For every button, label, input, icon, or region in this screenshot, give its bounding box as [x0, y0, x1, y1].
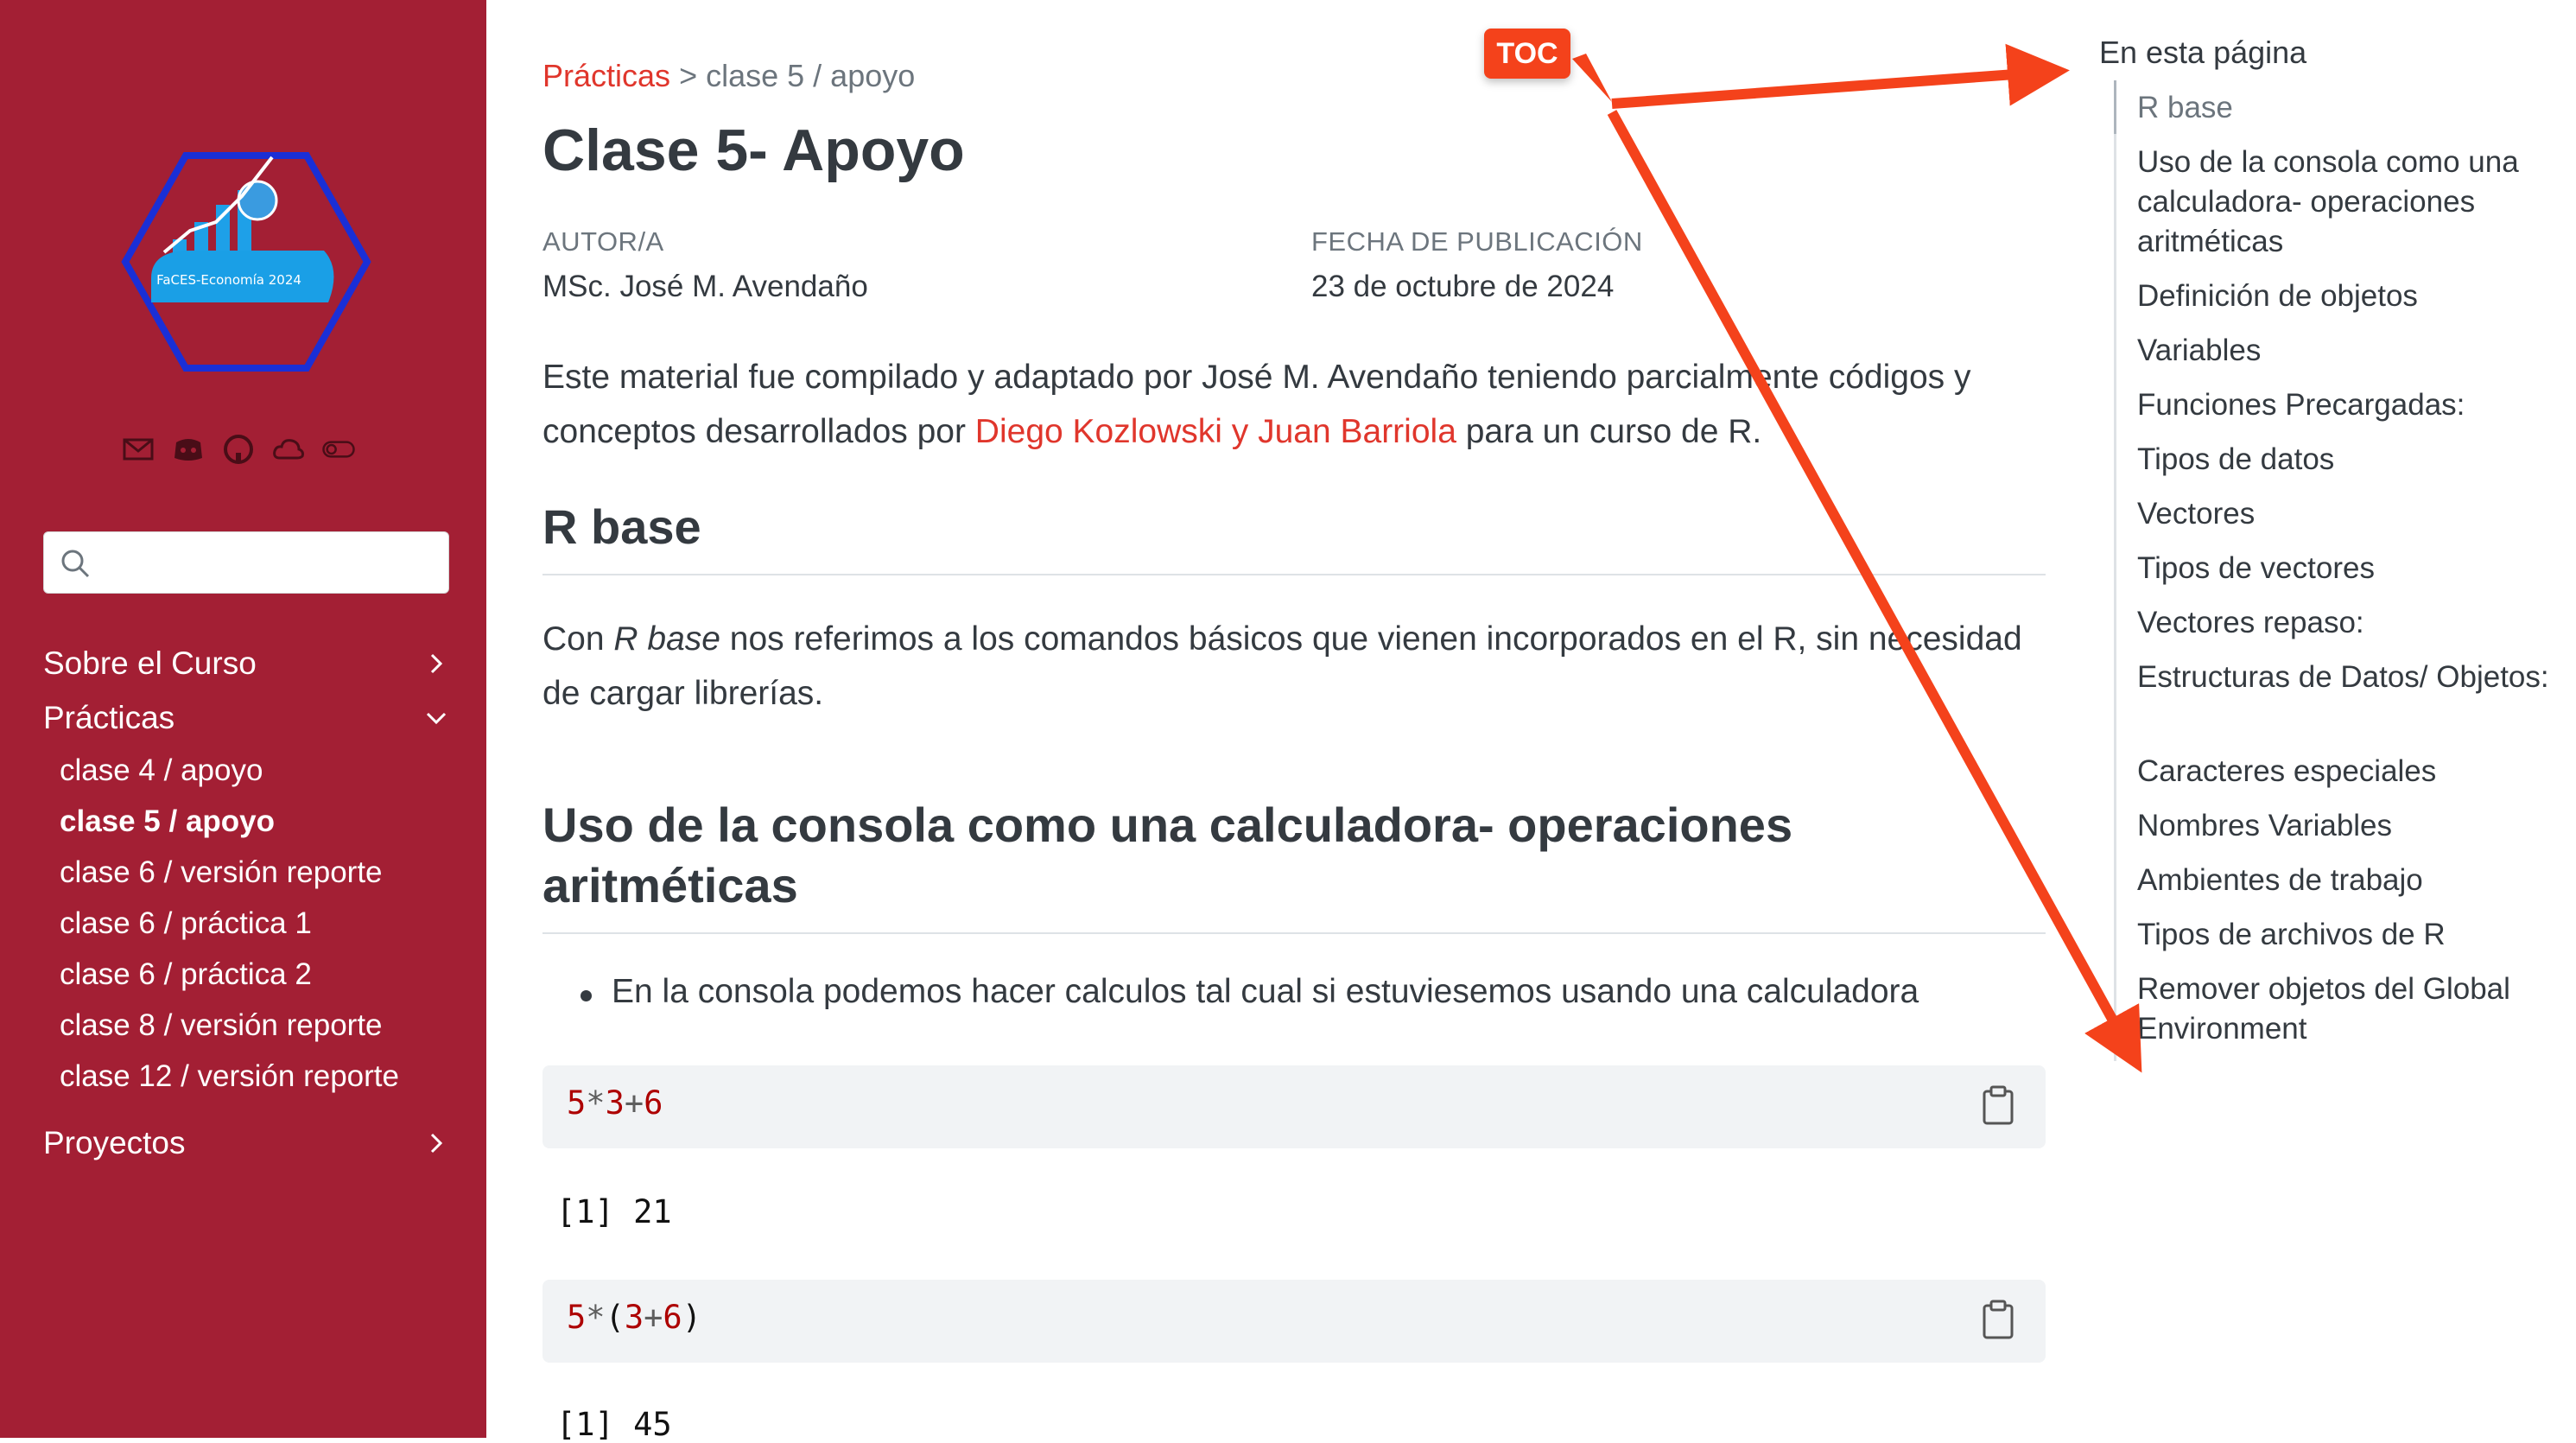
toc-rail: [2114, 80, 2116, 1061]
section-heading-consola: Uso de la consola como una calculadora- …: [542, 798, 1793, 912]
sidebar-item-clase-5[interactable]: clase 5 / apoyo: [60, 804, 275, 839]
page-title: Clase 5- Apoyo: [542, 118, 965, 183]
toc-item-funciones[interactable]: Funciones Precargadas:: [2137, 385, 2576, 425]
sidebar-item-clase-4[interactable]: clase 4 / apoyo: [60, 753, 263, 788]
toc-item-variables[interactable]: Variables: [2137, 331, 2576, 371]
toc-item-nombres-variables[interactable]: Nombres Variables: [2137, 806, 2576, 846]
section-heading-r-base: R base: [542, 499, 701, 554]
main-content: Prácticas > clase 5 / apoyo Clase 5- Apo…: [542, 0, 2046, 1443]
toggle-icon[interactable]: [321, 432, 356, 467]
toc-item-tipos-archivos[interactable]: Tipos de archivos de R: [2137, 915, 2576, 955]
sidebar-item-clase-6-practica-2[interactable]: clase 6 / práctica 2: [60, 957, 312, 992]
chevron-down-icon[interactable]: [423, 705, 449, 731]
discord-icon[interactable]: [171, 432, 206, 467]
breadcrumb-link-practicas[interactable]: Prácticas: [542, 58, 670, 93]
r-base-emphasis: R base: [613, 620, 720, 658]
toc-item-vectores-repaso[interactable]: Vectores repaso:: [2137, 603, 2576, 643]
authors-link[interactable]: Diego Kozlowski y Juan Barriola: [975, 413, 1456, 450]
code-text: 5*(3+6): [567, 1299, 701, 1336]
author-name: MSc. José M. Avendaño: [542, 270, 868, 303]
search-box[interactable]: [43, 531, 449, 594]
table-of-contents: En esta página R base Uso de la consola …: [2099, 0, 2576, 1438]
breadcrumb-separator: >: [679, 58, 698, 93]
hexagon-logo-icon: [121, 152, 371, 372]
clipboard-icon[interactable]: [1982, 1299, 2014, 1340]
clipboard-icon[interactable]: [1982, 1084, 2014, 1126]
section-divider: [542, 932, 2046, 934]
section-divider: [542, 574, 2046, 575]
bullet-item: En la consola podemos hacer calculos tal…: [612, 973, 1919, 1010]
toc-item-ambientes[interactable]: Ambientes de trabajo: [2137, 861, 2576, 900]
publication-date: 23 de octubre de 2024: [1311, 270, 1615, 303]
sidebar-item-clase-6-practica-1[interactable]: clase 6 / práctica 1: [60, 906, 312, 941]
date-label: FECHA DE PUBLICACIÓN: [1311, 226, 1643, 257]
github-icon[interactable]: [221, 432, 256, 467]
sidebar-item-clase-12-reporte[interactable]: clase 12 / versión reporte: [60, 1059, 399, 1094]
site-logo[interactable]: FaCES-Economía 2024: [121, 149, 371, 375]
toc-item-consola[interactable]: Uso de la consola como una calculadora- …: [2137, 143, 2576, 262]
sidebar: FaCES-Economía 2024 Sobre el Curso Práct…: [0, 0, 486, 1438]
toc-item-remover-objetos[interactable]: Remover objetos del Global Environment: [2137, 969, 2576, 1049]
code-block: 5*(3+6): [542, 1280, 2046, 1363]
toc-item-definicion-objetos[interactable]: Definición de objetos: [2137, 277, 2576, 316]
bullet-marker: [581, 990, 592, 1001]
sidebar-item-clase-8-reporte[interactable]: clase 8 / versión reporte: [60, 1008, 383, 1043]
section-label: Sobre el Curso: [43, 645, 257, 681]
toc-item-vectores[interactable]: Vectores: [2137, 494, 2576, 534]
logo-text: FaCES-Economía 2024: [156, 272, 301, 288]
toc-item-tipos-datos[interactable]: Tipos de datos: [2137, 440, 2576, 480]
r-base-text-end: nos referimos a los comandos básicos que…: [542, 620, 2022, 712]
toc-annotation-badge: TOC: [1484, 29, 1570, 79]
toc-item-caracteres[interactable]: Caracteres especiales: [2137, 752, 2576, 791]
author-label: AUTOR/A: [542, 226, 664, 257]
r-base-paragraph: Con R base nos referimos a los comandos …: [542, 612, 2046, 721]
search-icon: [61, 550, 90, 578]
section-label: Proyectos: [43, 1125, 186, 1160]
mail-icon[interactable]: [121, 432, 155, 467]
r-base-text: Con: [542, 620, 614, 658]
chevron-right-icon[interactable]: [423, 651, 449, 677]
intro-text-end: para un curso de R.: [1456, 413, 1762, 450]
section-label: Prácticas: [43, 700, 175, 735]
breadcrumb: Prácticas > clase 5 / apoyo: [542, 58, 915, 94]
chevron-right-icon[interactable]: [423, 1130, 449, 1156]
toc-title: En esta página: [2099, 35, 2307, 70]
search-input[interactable]: [105, 541, 436, 586]
breadcrumb-current: clase 5 / apoyo: [706, 58, 916, 93]
code-block: 5*3+6: [542, 1065, 2046, 1148]
cloud-icon[interactable]: [271, 432, 306, 467]
social-links: [121, 432, 356, 467]
sidebar-section-proyectos[interactable]: Proyectos: [43, 1117, 449, 1169]
toc-item-tipos-vectores[interactable]: Tipos de vectores: [2137, 549, 2576, 588]
sidebar-item-clase-6-reporte[interactable]: clase 6 / versión reporte: [60, 855, 383, 890]
sidebar-section-sobre-el-curso[interactable]: Sobre el Curso: [43, 638, 449, 690]
toc-rail-active: [2114, 80, 2116, 134]
code-text: 5*3+6: [567, 1084, 663, 1122]
toc-item-estructuras[interactable]: Estructuras de Datos/ Objetos:: [2137, 658, 2576, 697]
sidebar-section-practicas[interactable]: Prácticas: [43, 692, 449, 744]
intro-paragraph: Este material fue compilado y adaptado p…: [542, 350, 2046, 459]
code-output: [1] 21: [556, 1193, 672, 1230]
toc-item-r-base[interactable]: R base: [2137, 88, 2576, 128]
